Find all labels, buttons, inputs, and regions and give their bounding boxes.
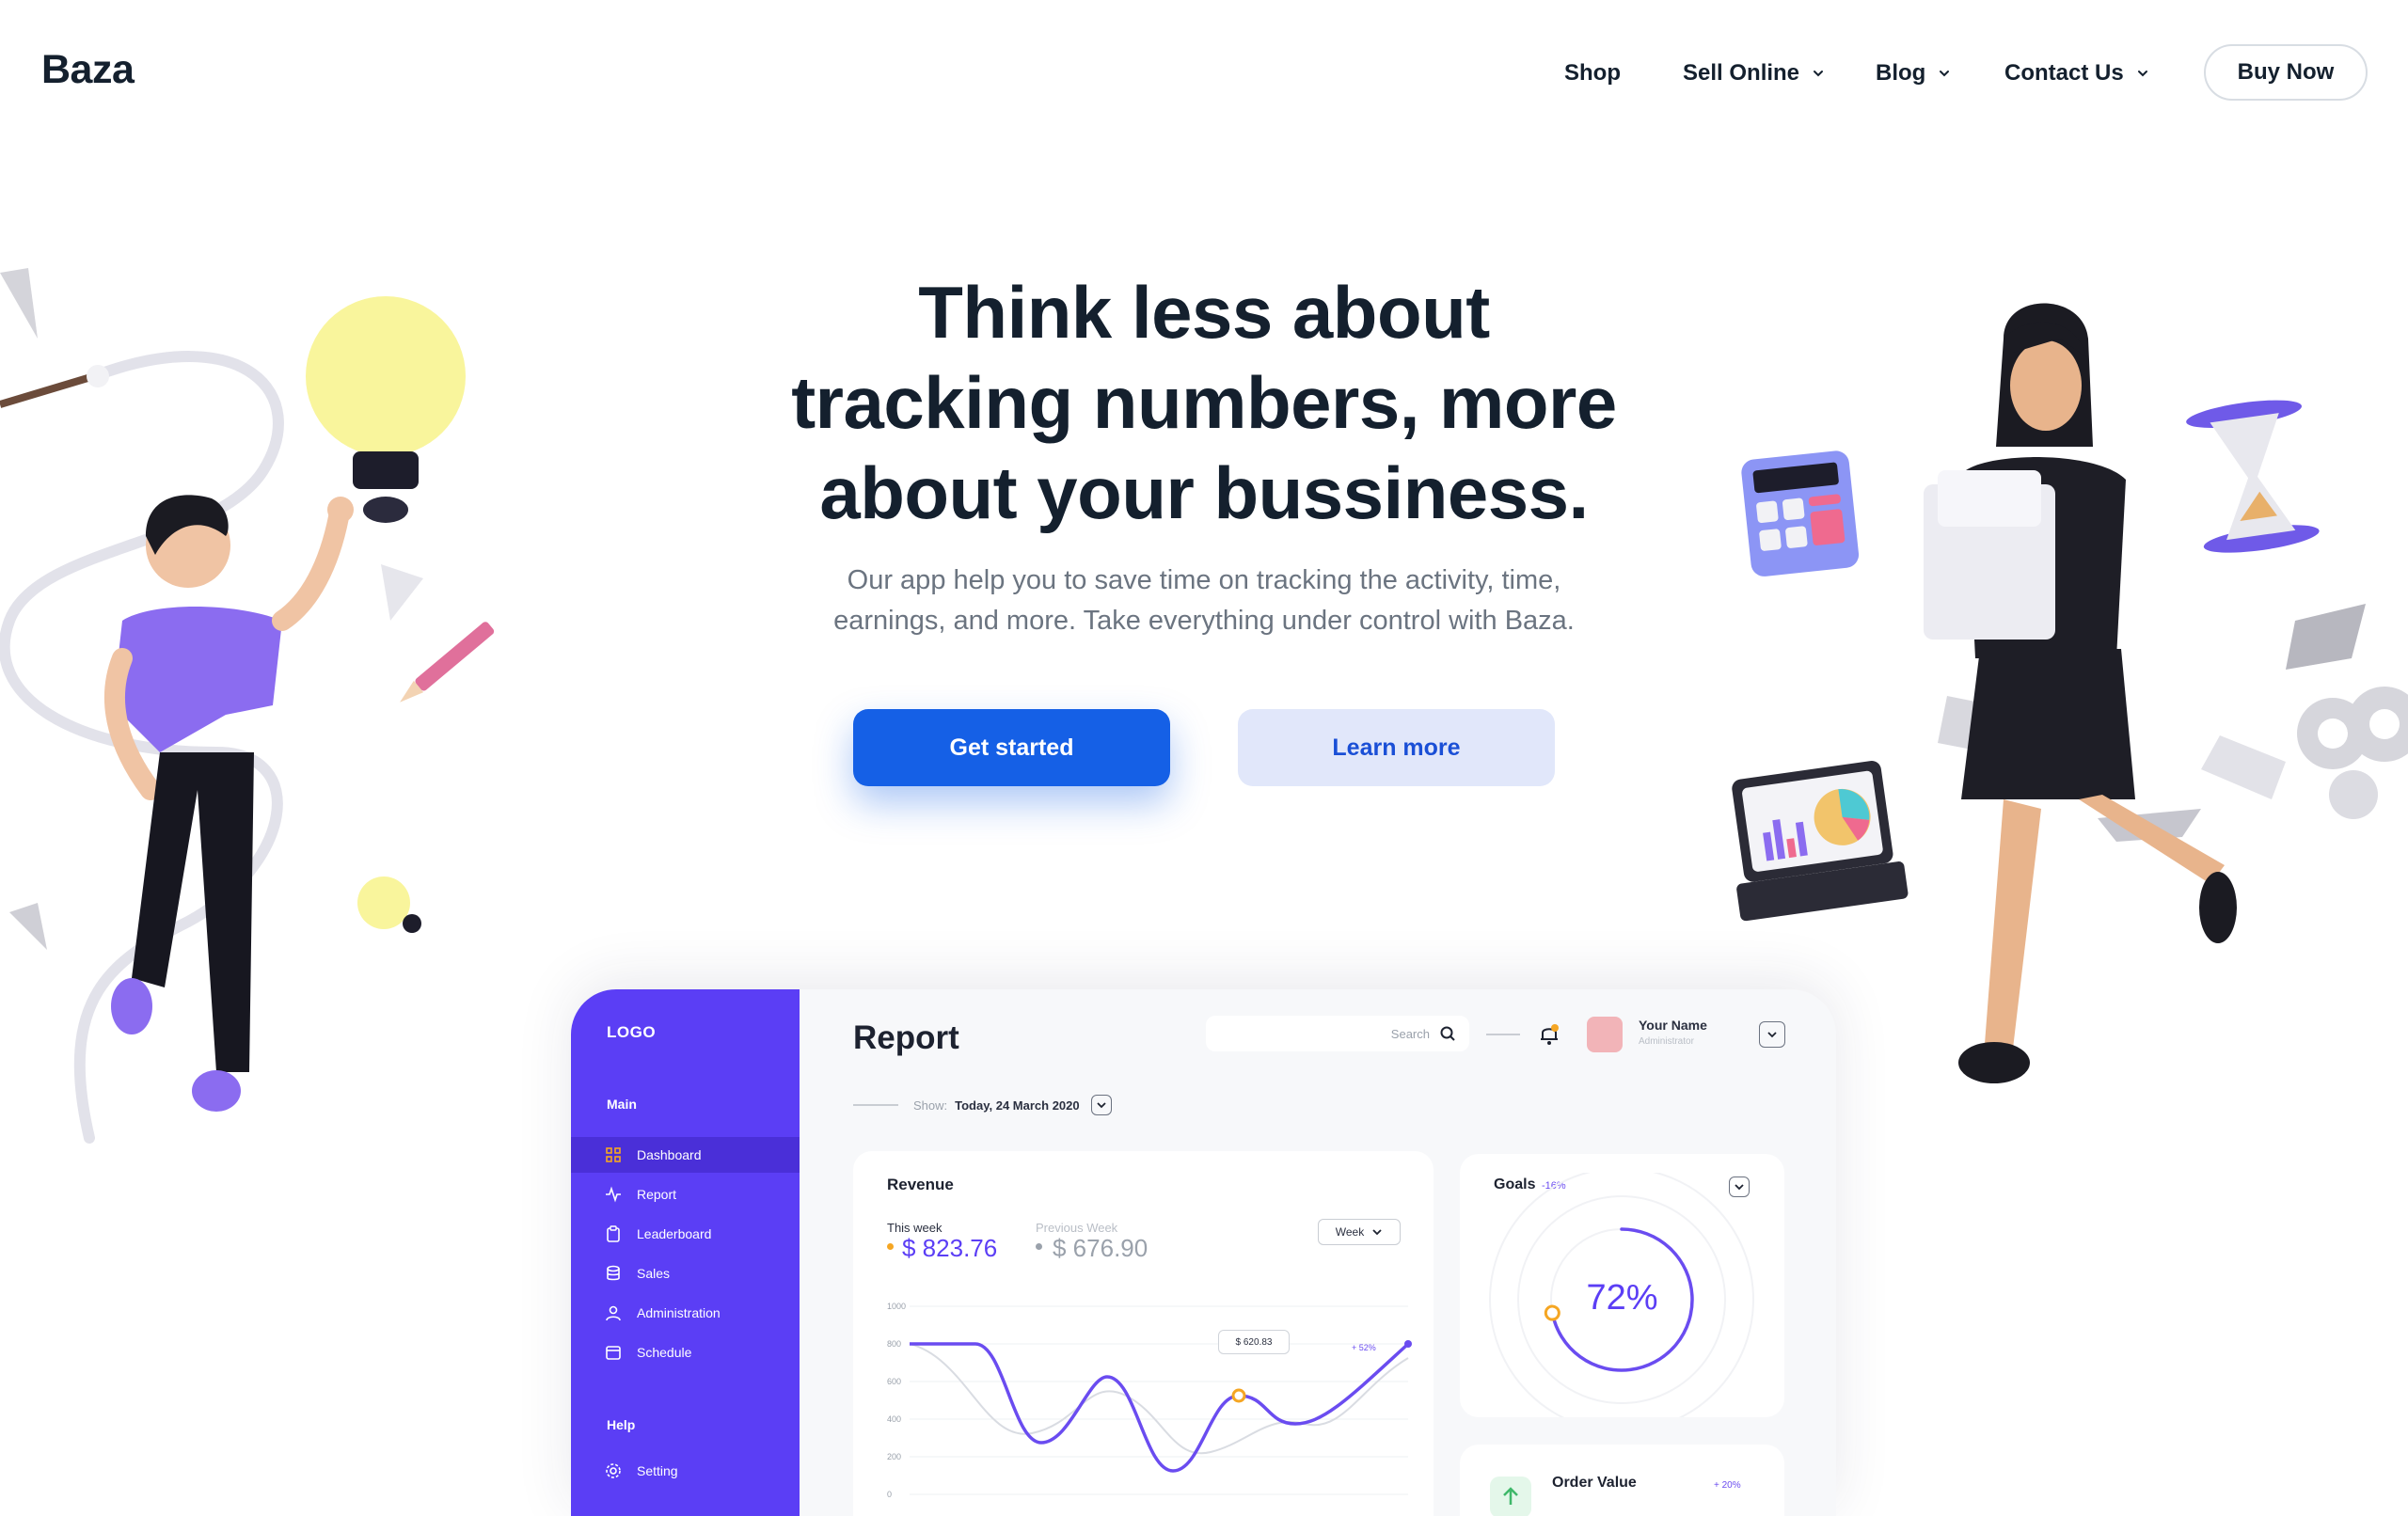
man-with-lightbulb-illustration xyxy=(0,268,495,1144)
dashboard-sidebar: LOGO Main Dashboard Report Leaderboard S… xyxy=(571,989,800,1516)
y-tick: 1000 xyxy=(887,1302,907,1311)
goals-card: Goals -16% 72% xyxy=(1460,1154,1784,1417)
sidebar-item-label: Report xyxy=(637,1187,677,1202)
brand-logo[interactable]: Baza xyxy=(41,47,135,93)
user-menu-dropdown[interactable] xyxy=(1759,1021,1785,1048)
database-icon xyxy=(607,1265,620,1281)
nav-item-shop[interactable]: Shop xyxy=(1564,56,1621,90)
y-tick: 600 xyxy=(887,1377,902,1386)
nav-item-label: Blog xyxy=(1876,60,1926,86)
learn-more-button[interactable]: Learn more xyxy=(1238,709,1555,786)
sidebar-item-label: Schedule xyxy=(637,1345,692,1360)
revenue-title: Revenue xyxy=(887,1176,954,1193)
pulse-icon xyxy=(606,1186,621,1203)
sidebar-section-help: Help xyxy=(607,1417,636,1432)
sidebar-item-label: Dashboard xyxy=(637,1147,702,1162)
order-value-change: + 20% xyxy=(1714,1480,1741,1491)
y-tick: 400 xyxy=(887,1414,902,1424)
this-week-label: This week xyxy=(887,1221,943,1235)
bell-icon[interactable] xyxy=(1538,1022,1560,1047)
date-dropdown[interactable] xyxy=(1090,1095,1112,1115)
sidebar-item-label: Leaderboard xyxy=(637,1226,712,1241)
dashboard-preview: LOGO Main Dashboard Report Leaderboard S… xyxy=(571,989,1836,1516)
previous-week-value: $ 676.90 xyxy=(1053,1234,1149,1262)
date-filter: Show: Today, 24 March 2020 xyxy=(853,1095,1112,1115)
gear-icon xyxy=(606,1463,621,1478)
clipboard-icon xyxy=(607,1225,620,1242)
sidebar-section-main: Main xyxy=(607,1097,637,1112)
y-tick: 0 xyxy=(887,1490,893,1499)
sidebar-item-leaderboard[interactable]: Leaderboard xyxy=(571,1216,800,1252)
get-started-button[interactable]: Get started xyxy=(853,709,1170,786)
this-week-value: $ 823.76 xyxy=(902,1234,998,1262)
chevron-down-icon xyxy=(1814,71,1824,77)
woman-with-boxes-illustration xyxy=(1732,303,2408,1083)
revenue-change: + 52% xyxy=(1352,1343,1376,1352)
search-placeholder: Search xyxy=(1390,1026,1430,1041)
nav-item-sell-online[interactable]: Sell Online xyxy=(1683,56,1824,90)
chevron-down-icon xyxy=(1940,71,1950,77)
show-date: Today, 24 March 2020 xyxy=(955,1098,1080,1113)
sidebar-item-report[interactable]: Report xyxy=(571,1176,800,1212)
period-select[interactable]: Week xyxy=(1318,1219,1401,1245)
nav-item-label: Shop xyxy=(1564,60,1621,86)
chevron-down-icon xyxy=(1096,1102,1106,1109)
chevron-down-icon xyxy=(2137,71,2147,77)
show-label: Show: xyxy=(913,1098,948,1113)
top-navigation: Baza Shop Sell Online Blog Contact Us Bu… xyxy=(0,0,2408,145)
revenue-line-chart xyxy=(910,1305,1412,1495)
nav-item-blog[interactable]: Blog xyxy=(1876,56,1950,90)
order-value-card: Order Value + 20% xyxy=(1460,1445,1784,1516)
grid-icon xyxy=(606,1147,621,1162)
sidebar-item-label: Administration xyxy=(637,1305,721,1320)
sidebar-item-dashboard[interactable]: Dashboard xyxy=(571,1137,800,1173)
sidebar-item-administration[interactable]: Administration xyxy=(571,1295,800,1331)
order-value-title: Order Value xyxy=(1552,1475,1637,1491)
subtitle-line: Our app help you to save time on trackin… xyxy=(847,565,1561,595)
user-icon xyxy=(606,1305,621,1321)
chevron-down-icon xyxy=(1767,1032,1777,1038)
hero-subtitle: Our app help you to save time on trackin… xyxy=(790,561,1618,641)
previous-week-label: Previous Week xyxy=(1036,1221,1118,1235)
goals-percent: 72% xyxy=(1586,1278,1658,1318)
nav-item-contact-us[interactable]: Contact Us xyxy=(2004,56,2148,90)
headline-line: about your bussiness. xyxy=(819,451,1589,534)
user-name: Your Name xyxy=(1639,1018,1707,1033)
dashboard-title: Report xyxy=(853,1019,959,1056)
arrow-up-icon xyxy=(1490,1477,1531,1516)
sidebar-item-schedule[interactable]: Schedule xyxy=(571,1334,800,1370)
user-role: Administrator xyxy=(1639,1036,1694,1047)
chart-tooltip: $ 620.83 xyxy=(1218,1330,1290,1354)
sidebar-item-label: Setting xyxy=(637,1463,678,1478)
filter-divider xyxy=(853,1104,898,1106)
headline-line: Think less about xyxy=(918,271,1490,354)
sidebar-item-label: Sales xyxy=(637,1266,671,1281)
nav-item-label: Contact Us xyxy=(2004,60,2124,86)
y-tick: 200 xyxy=(887,1452,902,1461)
avatar[interactable] xyxy=(1587,1017,1623,1052)
previous-week-dot xyxy=(1036,1243,1042,1250)
this-week-dot xyxy=(887,1243,894,1250)
header-divider xyxy=(1486,1034,1520,1035)
calendar-icon xyxy=(606,1346,621,1360)
sidebar-item-sales[interactable]: Sales xyxy=(571,1255,800,1291)
buy-now-button[interactable]: Buy Now xyxy=(2204,44,2368,101)
dashboard-logo: LOGO xyxy=(607,1023,657,1041)
period-value: Week xyxy=(1335,1225,1365,1239)
dashboard-search-input[interactable]: Search xyxy=(1206,1016,1469,1051)
hero-headline: Think less about tracking numbers, more … xyxy=(734,267,1674,538)
chevron-down-icon xyxy=(1372,1229,1382,1236)
search-icon xyxy=(1440,1026,1455,1041)
headline-line: tracking numbers, more xyxy=(791,361,1617,444)
y-tick: 800 xyxy=(887,1339,902,1349)
sidebar-item-setting[interactable]: Setting xyxy=(571,1453,800,1489)
revenue-card: Revenue This week $ 823.76 Previous Week… xyxy=(853,1151,1434,1516)
subtitle-line: earnings, and more. Take everything unde… xyxy=(833,606,1575,636)
nav-item-label: Sell Online xyxy=(1683,60,1800,86)
